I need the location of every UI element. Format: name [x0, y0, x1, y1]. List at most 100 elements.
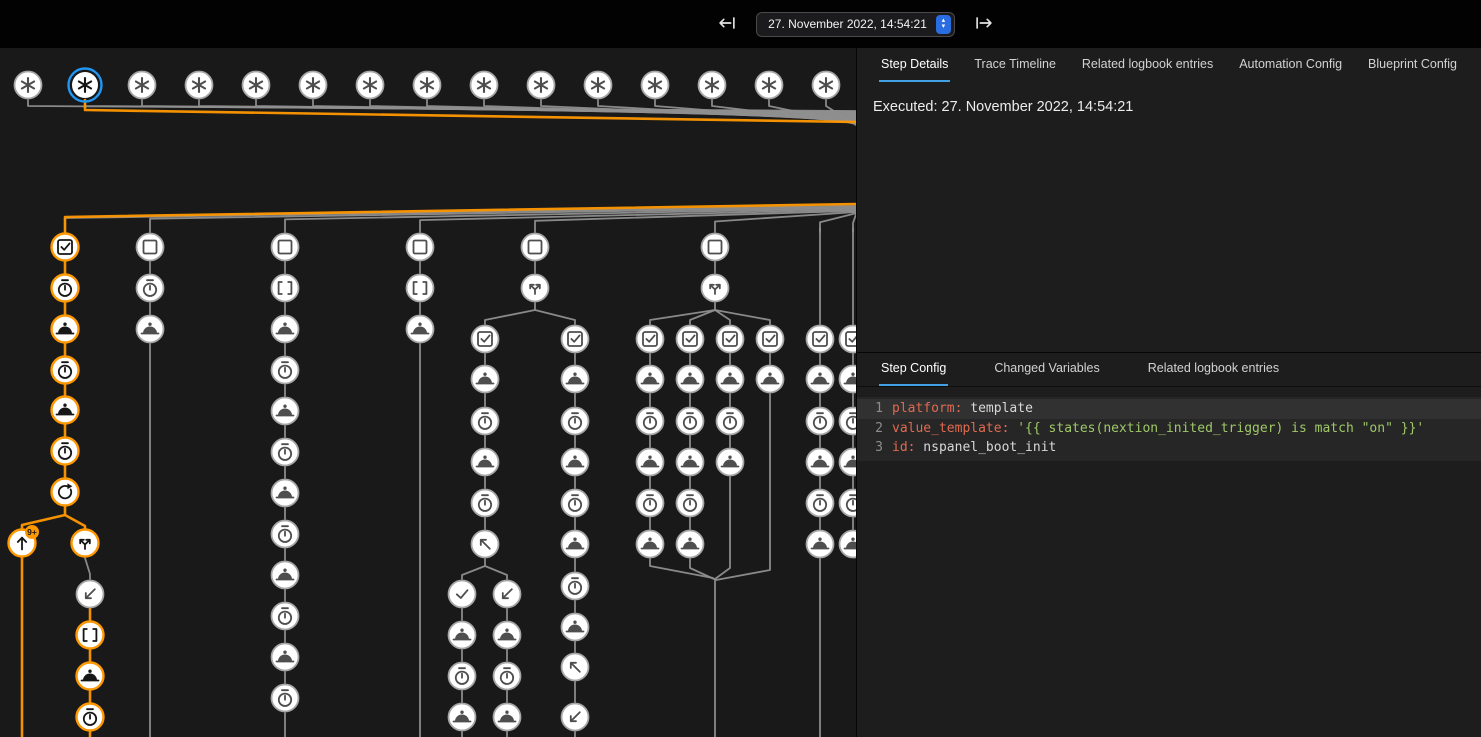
- trace-node-square[interactable]: [137, 234, 164, 261]
- trace-node-dome[interactable]: [472, 449, 499, 476]
- trace-node-checkmark[interactable]: [449, 581, 476, 608]
- trace-node-checkbox[interactable]: [757, 326, 784, 353]
- trace-node-dome[interactable]: [717, 449, 744, 476]
- trace-node-fork[interactable]: [702, 275, 729, 302]
- trace-node-asterisk[interactable]: [585, 72, 612, 99]
- trace-node-timer[interactable]: [472, 408, 499, 435]
- previous-trace-button[interactable]: [714, 11, 740, 37]
- trace-node-dome[interactable]: [272, 316, 299, 343]
- trace-node-repeat[interactable]: [52, 479, 79, 506]
- trace-node-dome[interactable]: [562, 531, 589, 558]
- trace-node-checkbox[interactable]: [840, 326, 857, 353]
- trace-node-checkbox[interactable]: [562, 326, 589, 353]
- trace-node-dome[interactable]: [562, 449, 589, 476]
- trace-node-dome[interactable]: [272, 562, 299, 589]
- trace-node-dome[interactable]: [137, 316, 164, 343]
- trace-node-fork[interactable]: [72, 530, 99, 557]
- trace-node-timer[interactable]: [562, 573, 589, 600]
- trace-node-brackets[interactable]: [272, 275, 299, 302]
- trace-node-dome[interactable]: [807, 531, 834, 558]
- trace-node-timer[interactable]: [272, 357, 299, 384]
- trace-node-timer[interactable]: [52, 357, 79, 384]
- trace-node-dome[interactable]: [840, 449, 857, 476]
- trace-node-dome[interactable]: [494, 622, 521, 649]
- tab-related-logbook-entries[interactable]: Related logbook entries: [1080, 49, 1215, 82]
- trace-node-asterisk[interactable]: [528, 72, 555, 99]
- tab-changed-variables[interactable]: Changed Variables: [992, 353, 1101, 386]
- trace-node-square[interactable]: [702, 234, 729, 261]
- trace-node-asterisk[interactable]: [756, 72, 783, 99]
- trace-node-asterisk[interactable]: [813, 72, 840, 99]
- trace-node-dome[interactable]: [757, 366, 784, 393]
- trace-node-timer[interactable]: [637, 490, 664, 517]
- trace-node-timer[interactable]: [840, 490, 857, 517]
- trace-node-timer[interactable]: [472, 490, 499, 517]
- trace-node-timer[interactable]: [272, 439, 299, 466]
- trace-node-timer[interactable]: [562, 408, 589, 435]
- trace-node-square[interactable]: [522, 234, 549, 261]
- trace-node-dome[interactable]: [637, 531, 664, 558]
- trace-node-asterisk[interactable]: [69, 69, 102, 102]
- trace-node-timer[interactable]: [562, 490, 589, 517]
- trace-node-arrowNW[interactable]: [472, 531, 499, 558]
- trace-node-dome[interactable]: [677, 531, 704, 558]
- trace-node-dome[interactable]: [807, 366, 834, 393]
- trace-node-square[interactable]: [407, 234, 434, 261]
- trace-node-brackets[interactable]: [407, 275, 434, 302]
- trace-node-fork[interactable]: [522, 275, 549, 302]
- trace-node-dome[interactable]: [677, 449, 704, 476]
- trace-node-timer[interactable]: [677, 490, 704, 517]
- trace-node-timer[interactable]: [137, 275, 164, 302]
- trace-node-asterisk[interactable]: [300, 72, 327, 99]
- tab-related-logbook-entries[interactable]: Related logbook entries: [1146, 353, 1281, 386]
- trace-node-arrowDL[interactable]: [494, 581, 521, 608]
- tab-step-details[interactable]: Step Details: [879, 49, 950, 82]
- trace-node-timer[interactable]: [272, 603, 299, 630]
- tab-step-config[interactable]: Step Config: [879, 353, 948, 386]
- trace-node-dome[interactable]: [449, 704, 476, 731]
- yaml-editor[interactable]: 1platform: template2value_template: '{{ …: [857, 397, 1481, 461]
- trace-node-timer[interactable]: [52, 275, 79, 302]
- trace-node-dome[interactable]: [272, 398, 299, 425]
- trace-node-dome[interactable]: [52, 397, 79, 424]
- trace-node-asterisk[interactable]: [414, 72, 441, 99]
- trace-node-asterisk[interactable]: [129, 72, 156, 99]
- trace-node-checkbox[interactable]: [52, 234, 79, 261]
- trace-node-timer[interactable]: [272, 521, 299, 548]
- trace-node-dome[interactable]: [840, 531, 857, 558]
- trace-node-dome[interactable]: [494, 704, 521, 731]
- automation-trace-graph[interactable]: 9+: [0, 48, 856, 737]
- trace-node-arrowDL[interactable]: [77, 581, 104, 608]
- trace-node-dome[interactable]: [272, 480, 299, 507]
- trace-node-checkbox[interactable]: [807, 326, 834, 353]
- tab-automation-config[interactable]: Automation Config: [1237, 49, 1344, 82]
- trace-node-dome[interactable]: [637, 366, 664, 393]
- trace-node-timer[interactable]: [677, 408, 704, 435]
- trace-node-timer[interactable]: [449, 663, 476, 690]
- trace-node-dome[interactable]: [472, 366, 499, 393]
- trace-node-asterisk[interactable]: [186, 72, 213, 99]
- trace-node-asterisk[interactable]: [699, 72, 726, 99]
- trace-node-timer[interactable]: [77, 704, 104, 731]
- trace-run-select[interactable]: 27. November 2022, 14:54:21 ▴▾: [756, 12, 955, 37]
- trace-node-checkbox[interactable]: [637, 326, 664, 353]
- trace-node-dome[interactable]: [717, 366, 744, 393]
- trace-node-timer[interactable]: [637, 408, 664, 435]
- trace-node-dome[interactable]: [637, 449, 664, 476]
- trace-node-square[interactable]: [272, 234, 299, 261]
- trace-node-arrowNW[interactable]: [562, 654, 589, 681]
- trace-node-dome[interactable]: [407, 316, 434, 343]
- tab-blueprint-config[interactable]: Blueprint Config: [1366, 49, 1459, 82]
- trace-node-dome[interactable]: [52, 316, 79, 343]
- trace-node-checkbox[interactable]: [717, 326, 744, 353]
- trace-node-asterisk[interactable]: [357, 72, 384, 99]
- trace-node-dome[interactable]: [807, 449, 834, 476]
- trace-node-asterisk[interactable]: [471, 72, 498, 99]
- trace-node-dome[interactable]: [77, 663, 104, 690]
- trace-node-checkbox[interactable]: [472, 326, 499, 353]
- trace-node-dome[interactable]: [562, 366, 589, 393]
- trace-node-asterisk[interactable]: [15, 72, 42, 99]
- trace-node-dome[interactable]: [840, 366, 857, 393]
- trace-node-asterisk[interactable]: [642, 72, 669, 99]
- trace-node-dome[interactable]: [449, 622, 476, 649]
